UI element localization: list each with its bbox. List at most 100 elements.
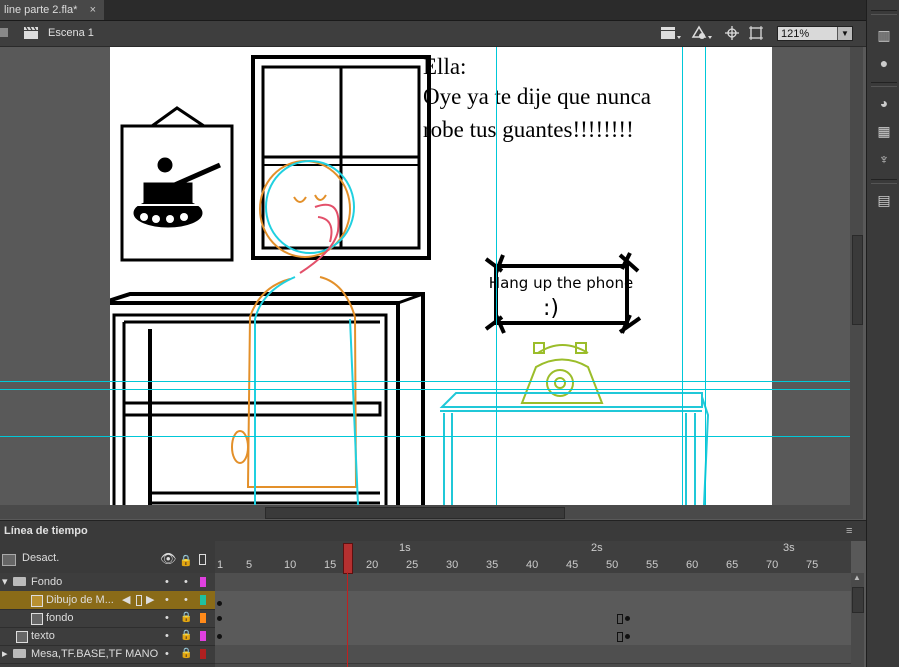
end-frame-marker[interactable] [617, 632, 623, 642]
document-tab-title: line parte 2.fla* [4, 4, 78, 16]
library-icon[interactable]: ▥ [876, 27, 892, 43]
unlocked-dot-icon[interactable]: • [184, 573, 188, 591]
right-panel-dock: ▥ ● ◕ ▦ ♆ ▤ [866, 0, 899, 667]
layer-name[interactable]: fondo [46, 609, 74, 627]
scroll-up-icon[interactable]: ▲ [853, 573, 861, 582]
layer-view-icon[interactable] [2, 554, 16, 566]
layer-row-selected[interactable]: Dibujo de M... ◀ ▶ • • [0, 591, 215, 610]
keyframe-dot[interactable] [217, 601, 222, 606]
swatches-icon[interactable]: ▦ [876, 123, 892, 139]
edit-scene-icon[interactable] [660, 25, 682, 41]
layer-color-swatch[interactable] [200, 595, 206, 605]
panel-menu-icon[interactable]: ≡ [846, 525, 852, 537]
edit-symbols-icon[interactable] [690, 25, 714, 41]
next-frame-icon[interactable]: ▶ [146, 591, 154, 609]
timeline-vertical-scrollbar[interactable]: ▲ [851, 573, 864, 667]
layer-color-swatch[interactable] [200, 649, 206, 659]
shelf [110, 292, 425, 505]
scene-label[interactable]: Escena 1 [48, 27, 94, 39]
frame-row[interactable] [215, 609, 851, 628]
playhead-handle[interactable] [343, 543, 353, 574]
expand-icon[interactable]: ▾ [2, 573, 8, 591]
dialogue-speaker: Ella: [423, 54, 466, 79]
frame-row[interactable] [215, 645, 851, 664]
stage-vertical-scroll-thumb[interactable] [852, 235, 863, 325]
keyframe-dot[interactable] [217, 616, 222, 621]
timeline-panel-header: Línea de tiempo ≡ [0, 520, 866, 541]
brush-library-icon[interactable]: ♆ [876, 151, 892, 167]
lock-icon[interactable]: 🔒 [179, 552, 193, 570]
prev-frame-icon[interactable]: ◀ [122, 591, 130, 609]
keyframe-dot[interactable] [625, 616, 630, 621]
timeline-title[interactable]: Línea de tiempo [4, 521, 88, 541]
layer-row-folder[interactable]: ▾ Fondo • • [0, 573, 215, 592]
playhead-line[interactable] [347, 572, 348, 667]
vertical-guide[interactable] [496, 47, 497, 505]
chevron-down-icon[interactable]: ▼ [837, 27, 852, 40]
unlocked-dot-icon[interactable]: • [184, 591, 188, 609]
layer-list: Desact. 👁 🔒 ▾ Fondo • • Dibujo de M... ◀… [0, 541, 215, 667]
end-frame-marker[interactable] [617, 614, 623, 624]
timeline-scroll-thumb[interactable] [852, 587, 864, 613]
frame-ruler[interactable]: 1s 2s 3s 1 5 10 15 20 25 30 35 40 45 50 … [215, 541, 851, 574]
window [251, 55, 431, 260]
lock-icon[interactable]: 🔒 [180, 645, 192, 663]
frame-row[interactable] [215, 573, 851, 592]
layer-color-swatch[interactable] [200, 613, 206, 623]
document-tab[interactable]: line parte 2.fla* × [0, 0, 104, 20]
layer-name[interactable]: Dibujo de M... [46, 591, 114, 609]
frame-row[interactable] [215, 627, 851, 646]
layer-row[interactable]: texto • 🔒 [0, 627, 215, 646]
panel-gripper[interactable] [871, 82, 897, 87]
visible-dot-icon[interactable]: • [165, 573, 169, 591]
layer-color-swatch[interactable] [200, 577, 206, 587]
keyframe-dot[interactable] [625, 634, 630, 639]
frame-mark: 65 [726, 559, 739, 571]
color-palette-icon[interactable]: ◕ [876, 95, 892, 111]
visible-dot-icon[interactable]: • [165, 627, 169, 645]
motion-presets-icon[interactable]: ▤ [876, 192, 892, 208]
frame-mark: 70 [766, 559, 779, 571]
horizontal-guide[interactable] [0, 381, 850, 382]
frame-mark: 50 [606, 559, 619, 571]
components-icon[interactable]: ● [876, 55, 892, 71]
center-stage-icon[interactable] [724, 25, 740, 41]
zoom-select[interactable]: 121% ▼ [777, 26, 853, 41]
frame-row[interactable] [215, 591, 851, 610]
visible-dot-icon[interactable]: • [165, 609, 169, 627]
visible-dot-icon[interactable]: • [165, 591, 169, 609]
layer-color-swatch[interactable] [200, 631, 206, 641]
keyframe-dot[interactable] [217, 634, 222, 639]
character-outline [231, 160, 359, 505]
panel-gripper[interactable] [871, 10, 897, 15]
frame-mark: 35 [486, 559, 499, 571]
stage-horizontal-scroll-thumb[interactable] [265, 507, 565, 519]
keyframe-icon[interactable] [136, 595, 142, 606]
lock-icon[interactable]: 🔒 [180, 627, 192, 645]
second-mark: 2s [591, 542, 603, 554]
frame-mark: 55 [646, 559, 659, 571]
layer-name[interactable]: Fondo [31, 573, 62, 591]
frame-grid[interactable]: 1s 2s 3s 1 5 10 15 20 25 30 35 40 45 50 … [215, 541, 851, 667]
sign-line-2: :) [543, 296, 559, 321]
frame-mark: 40 [526, 559, 539, 571]
clip-to-stage-icon[interactable] [748, 25, 764, 41]
close-tab-icon[interactable]: × [90, 0, 96, 20]
layer-name[interactable]: texto [31, 627, 55, 645]
outline-icon[interactable] [199, 554, 206, 565]
horizontal-guide[interactable] [0, 389, 850, 390]
vertical-guide[interactable] [682, 47, 683, 505]
vertical-guide[interactable] [705, 47, 706, 505]
layer-name[interactable]: Mesa,TF.BASE,TF MANO [31, 645, 158, 663]
layer-row[interactable]: fondo • 🔒 [0, 609, 215, 628]
layer-row-folder[interactable]: ▸ Mesa,TF.BASE,TF MANO • 🔒 [0, 645, 215, 664]
back-arrow-icon[interactable] [0, 28, 8, 37]
eye-icon[interactable]: 👁 [160, 550, 177, 568]
panel-gripper[interactable] [871, 179, 897, 184]
expand-icon[interactable]: ▸ [2, 645, 8, 663]
horizontal-guide[interactable] [0, 436, 850, 437]
visible-dot-icon[interactable]: • [165, 645, 169, 663]
off-label[interactable]: Desact. [22, 549, 59, 567]
layer-header: Desact. 👁 🔒 [0, 541, 215, 574]
lock-icon[interactable]: 🔒 [180, 609, 192, 627]
